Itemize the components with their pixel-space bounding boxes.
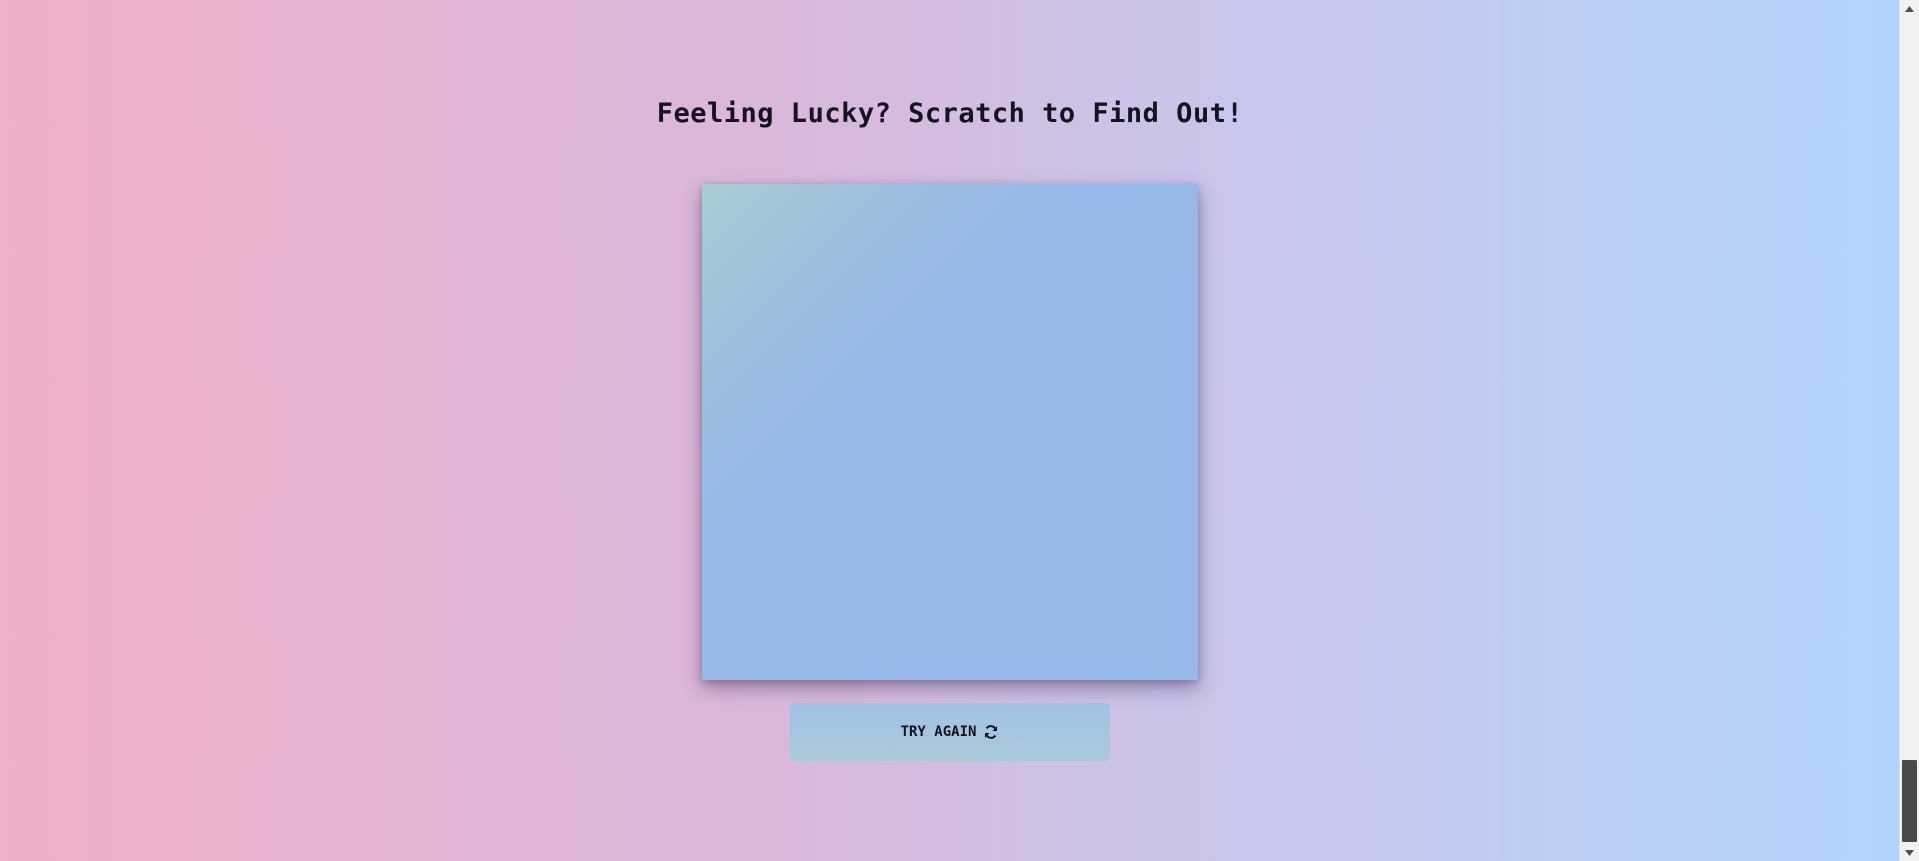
scrollbar-thumb[interactable]: [1902, 760, 1917, 842]
scroll-up-arrow-icon[interactable]: [1900, 0, 1919, 17]
page-title: Feeling Lucky? Scratch to Find Out!: [656, 98, 1244, 129]
scratch-card-canvas[interactable]: [702, 184, 1198, 680]
try-again-button[interactable]: TRY AGAIN: [790, 703, 1110, 761]
refresh-icon: [983, 724, 999, 740]
vertical-scrollbar[interactable]: [1899, 0, 1919, 861]
page-root: Feeling Lucky? Scratch to Find Out! TRY …: [0, 0, 1900, 861]
scroll-down-arrow-icon[interactable]: [1900, 844, 1919, 861]
try-again-label: TRY AGAIN: [900, 724, 977, 740]
